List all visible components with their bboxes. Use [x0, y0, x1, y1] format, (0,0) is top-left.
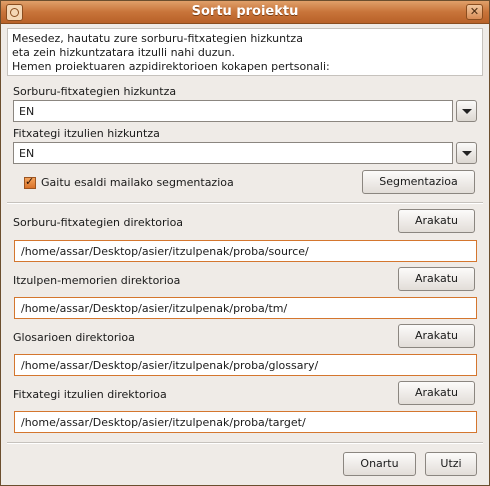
segmentation-checkbox-label[interactable]: Gaitu esaldi mailako segmentazioa	[41, 176, 234, 189]
target-directory-label: Fitxategi itzulien direktorioa	[13, 388, 167, 401]
tm-directory-label: Itzulpen-memorien direktorioa	[13, 274, 181, 287]
target-language-label: Fitxategi itzulien hizkuntza	[13, 127, 160, 140]
separator-bottom	[7, 442, 483, 444]
browse-tm-button[interactable]: Arakatu	[398, 267, 475, 291]
target-language-dropdown-button[interactable]	[456, 142, 477, 164]
intro-text: Mesedez, hautatu zure sorburu-fitxategie…	[7, 28, 483, 76]
source-directory-input[interactable]: /home/assar/Desktop/asier/itzulpenak/pro…	[14, 240, 477, 262]
glossary-directory-label: Glosarioen direktorioa	[13, 331, 135, 344]
browse-glossary-button[interactable]: Arakatu	[398, 324, 475, 348]
segmentation-button[interactable]: Segmentazioa	[362, 170, 475, 194]
cancel-button[interactable]: Utzi	[425, 452, 477, 476]
separator-top	[7, 202, 483, 204]
browse-source-button[interactable]: Arakatu	[398, 209, 475, 233]
window-title: Sortu proiektu	[191, 4, 299, 19]
tm-directory-input[interactable]: /home/assar/Desktop/asier/itzulpenak/pro…	[14, 297, 477, 319]
target-language-field[interactable]: EN	[13, 142, 453, 164]
browse-target-button[interactable]: Arakatu	[398, 381, 475, 405]
close-icon[interactable]: ✕	[466, 4, 483, 20]
source-language-dropdown-button[interactable]	[456, 100, 477, 122]
intro-line-1: Mesedez, hautatu zure sorburu-fitxategie…	[12, 32, 303, 45]
dialog-window: Sortu proiektu ✕ Mesedez, hautatu zure s…	[0, 0, 490, 486]
glossary-directory-input[interactable]: /home/assar/Desktop/asier/itzulpenak/pro…	[14, 354, 477, 376]
source-directory-label: Sorburu-fitxategien direktorioa	[13, 216, 184, 229]
ok-button[interactable]: Onartu	[343, 452, 416, 476]
segmentation-checkbox[interactable]	[24, 175, 36, 189]
title-bar[interactable]: Sortu proiektu ✕	[1, 1, 489, 24]
target-directory-input[interactable]: /home/assar/Desktop/asier/itzulpenak/pro…	[14, 411, 477, 433]
source-language-field[interactable]: EN	[13, 100, 453, 122]
source-language-label: Sorburu-fitxategien hizkuntza	[13, 85, 177, 98]
intro-line-3: Hemen proiektuaren azpidirektorioen koka…	[12, 60, 330, 73]
intro-line-2: eta zein hizkuntzatara itzulli nahi duzu…	[12, 46, 235, 59]
